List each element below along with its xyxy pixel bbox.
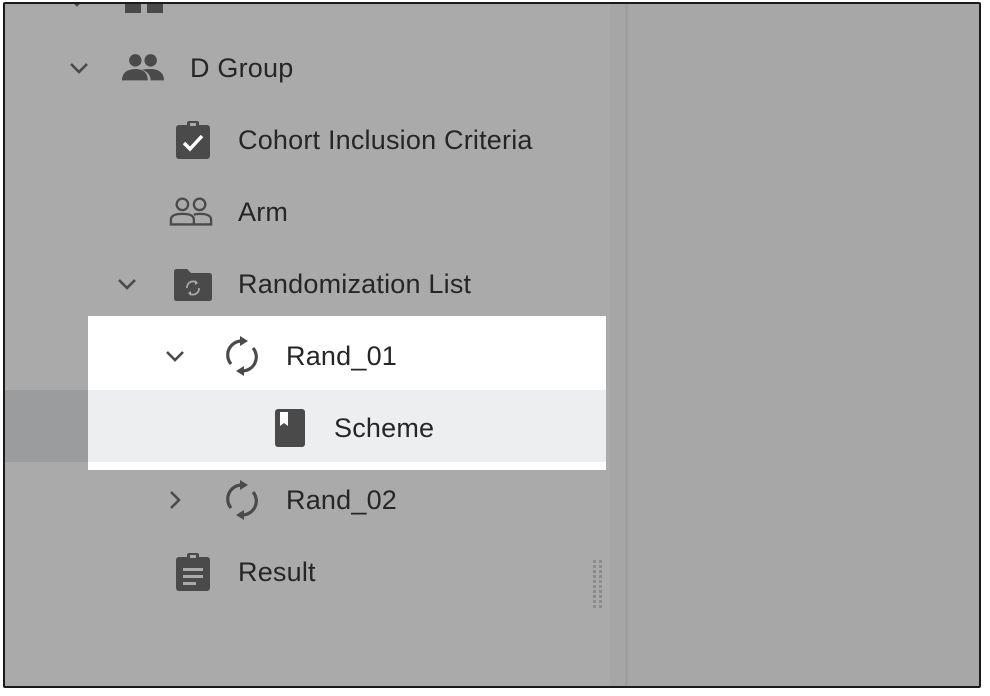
chevron-right-icon[interactable] — [163, 488, 187, 512]
tree-item-rand-02[interactable]: Rand_02 — [88, 476, 606, 524]
sync-icon — [220, 478, 264, 522]
chevron-down-icon[interactable] — [163, 344, 187, 368]
tree-item-label: Cohort Inclusion Criteria — [238, 125, 533, 155]
folder-sync-icon — [171, 262, 215, 306]
chevron-down-icon[interactable] — [67, 56, 91, 80]
selected-row-backdrop — [5, 390, 89, 462]
tree-item-label: Rand_01 — [286, 341, 397, 371]
tree-item-label: Arm — [238, 197, 289, 227]
tree-item-label: Result — [238, 557, 316, 587]
tree-item-rand-01[interactable]: Rand_01 — [88, 332, 606, 380]
people-outline-icon — [169, 190, 213, 234]
sync-icon — [220, 334, 264, 378]
bookmark-book-icon — [268, 406, 312, 450]
tree-item-randomization-list[interactable]: Randomization List — [5, 260, 610, 308]
tree-panel: D Group Cohort Inclusion Criteria Arm Ra… — [5, 4, 610, 686]
clipboard-text-icon — [171, 550, 215, 594]
group-icon — [121, 46, 165, 90]
chevron-down-icon[interactable] — [65, 4, 89, 14]
tree-item-label: Scheme — [334, 413, 435, 443]
clipboard-check-icon — [171, 118, 215, 162]
tree-item-result[interactable]: Result — [5, 548, 585, 596]
app-window: D Group Cohort Inclusion Criteria Arm Ra… — [3, 2, 981, 688]
tree-item-label: Rand_02 — [286, 485, 397, 515]
tree-item-cohort-inclusion-criteria[interactable]: Cohort Inclusion Criteria — [5, 116, 610, 164]
tree-item-scheme[interactable]: Scheme — [88, 404, 606, 452]
tree-item-d-group[interactable]: D Group — [5, 44, 610, 92]
group-icon — [123, 4, 167, 26]
tree-item-label: Randomization List — [238, 269, 472, 299]
detail-panel — [628, 4, 979, 686]
resize-handle[interactable] — [593, 560, 603, 610]
tree-item-label: D Group — [190, 53, 294, 83]
tree-item-arm[interactable]: Arm — [5, 188, 610, 236]
chevron-down-icon[interactable] — [115, 272, 139, 296]
